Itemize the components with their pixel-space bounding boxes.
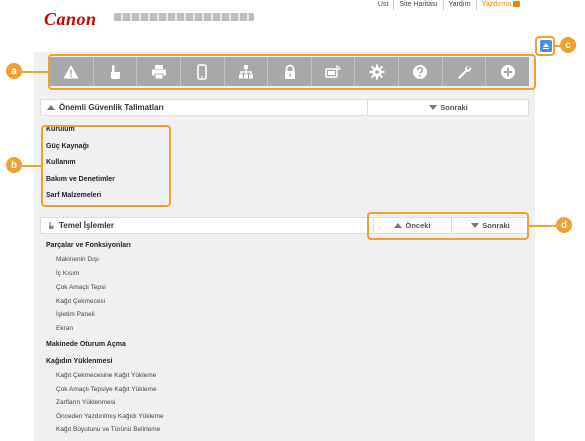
callout-badge-d: d [556, 217, 572, 233]
callout-badge-b: b [6, 157, 22, 173]
site-map-link[interactable]: Site Haritası [393, 0, 442, 10]
help-link[interactable]: Yardım [442, 0, 476, 10]
callout-badge-c: c [560, 37, 576, 53]
loading-heading-link[interactable]: Kağıdın Yüklenmesi [46, 358, 112, 365]
list-item[interactable]: Kağıt Boyutunu ve Türünü Belirleme [56, 426, 160, 433]
header: Canon Üst Site Haritası Yardım Yazdırma [34, 0, 535, 52]
safety-section-title-group: Önemli Güvenlik Talimatları [41, 103, 164, 112]
list-item[interactable]: Zarfların Yüklenmesi [56, 399, 116, 406]
list-item[interactable]: İç Kısım [56, 270, 79, 277]
next-label: Sonraki [440, 103, 468, 112]
callout-box-b [41, 125, 171, 207]
parts-heading-link[interactable]: Parçalar ve Fonksiyonları [46, 242, 131, 249]
top-links: Üst Site Haritası Yardım Yazdırma [373, 0, 525, 10]
printer-icon [513, 1, 520, 7]
list-item[interactable]: Kağıt Çekmecesi [56, 298, 105, 305]
list-item[interactable]: Kağıt Çekmecesine Kağıt Yükleme [56, 372, 156, 379]
list-item[interactable]: Önceden Yazdırılmış Kağıdı Yükleme [56, 413, 164, 420]
caret-down-icon [429, 105, 438, 110]
safety-section-header: Önemli Güvenlik Talimatları Sonraki [40, 99, 529, 116]
top-link[interactable]: Üst [373, 0, 394, 10]
callout-box-d [367, 212, 529, 240]
basic-section-title: Temel İşlemler [59, 221, 114, 230]
callout-box-c [535, 36, 555, 56]
callout-leader-a [22, 71, 49, 73]
callout-leader-b [22, 165, 42, 167]
print-link[interactable]: Yazdırma [475, 0, 525, 10]
login-link[interactable]: Makinede Oturum Açma [46, 341, 126, 348]
safety-section-title: Önemli Güvenlik Talimatları [59, 103, 164, 112]
callout-badge-a: a [6, 63, 22, 79]
list-item[interactable]: İşletim Paneli [56, 311, 95, 318]
model-name-blurred [114, 13, 254, 21]
basic-section-title-group: Temel İşlemler [41, 221, 114, 230]
hand-icon [49, 222, 54, 229]
callout-box-a [48, 54, 536, 90]
caret-up-icon [47, 105, 55, 110]
callout-leader-d [528, 225, 556, 227]
list-item[interactable]: Makinenin Dışı [56, 256, 99, 263]
list-item[interactable]: Çok Amaçlı Tepsiye Kağıt Yükleme [56, 386, 157, 393]
print-link-label: Yazdırma [481, 1, 511, 8]
list-item[interactable]: Ekran [56, 325, 73, 332]
list-item[interactable]: Çok Amaçlı Tepsi [56, 284, 106, 291]
canon-logo[interactable]: Canon [44, 9, 97, 30]
safety-next-button[interactable]: Sonraki [367, 100, 529, 115]
